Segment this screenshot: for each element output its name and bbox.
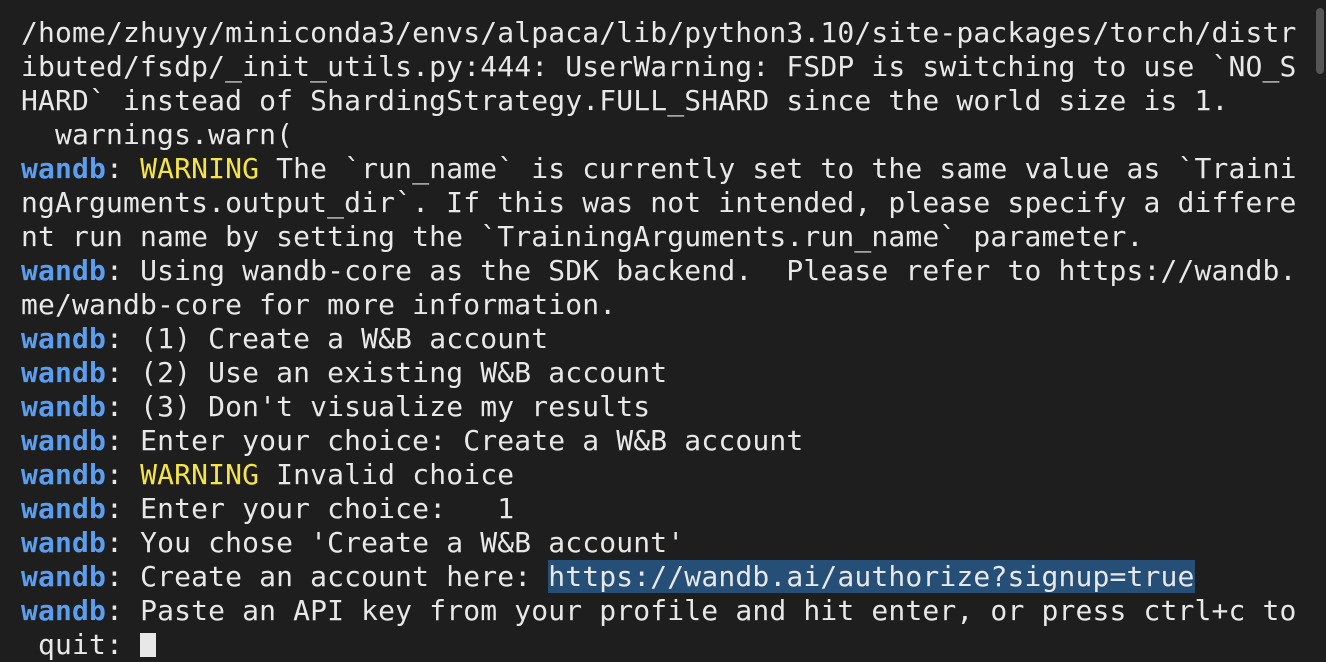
wandb-prefix: wandb	[21, 594, 107, 627]
wandb-prefix: wandb	[21, 356, 107, 389]
terminal-line: wandb: Create an account here: https://w…	[21, 560, 1195, 594]
line-text: me/wandb-core for more information.	[21, 288, 617, 321]
line-text: (2) Use an existing W&B account	[140, 356, 668, 389]
line-text: Paste an API key from your profile and h…	[140, 594, 1297, 627]
line-text: Create an account here:	[140, 560, 549, 593]
warning-tag: WARNING	[140, 152, 260, 185]
terminal-line: wandb: WARNING Invalid choice	[21, 458, 514, 492]
terminal-line: ngArguments.output_dir`. If this was not…	[21, 186, 1297, 220]
prefix-separator: :	[106, 254, 141, 287]
prefix-separator: :	[106, 152, 141, 185]
line-text: ibuted/fsdp/_init_utils.py:444: UserWarn…	[21, 50, 1297, 83]
terminal-output[interactable]: /home/zhuyy/miniconda3/envs/alpaca/lib/p…	[0, 0, 1326, 661]
warning-tag: WARNING	[140, 458, 260, 491]
wandb-prefix: wandb	[21, 458, 107, 491]
line-text: quit:	[21, 628, 141, 661]
line-text: The `run_name` is currently set to the s…	[259, 152, 1297, 185]
terminal-line: wandb: Paste an API key from your profil…	[21, 594, 1297, 628]
prefix-separator: :	[106, 560, 141, 593]
terminal-line: wandb: You chose 'Create a W&B account'	[21, 526, 684, 560]
wandb-prefix: wandb	[21, 526, 107, 559]
wandb-prefix: wandb	[21, 390, 107, 423]
terminal-line: wandb: Enter your choice: 1	[21, 492, 514, 526]
line-text: (1) Create a W&B account	[140, 322, 549, 355]
terminal-line: nt run name by setting the `TrainingArgu…	[21, 220, 1144, 254]
terminal-line: wandb: (2) Use an existing W&B account	[21, 356, 667, 390]
prefix-separator: :	[106, 390, 141, 423]
prefix-separator: :	[106, 594, 141, 627]
line-text: Invalid choice	[259, 458, 515, 491]
line-text: (3) Don't visualize my results	[140, 390, 651, 423]
prefix-separator: :	[106, 492, 141, 525]
terminal-line: quit:	[21, 628, 157, 662]
terminal-line: me/wandb-core for more information.	[21, 288, 616, 322]
scrollbar[interactable]	[1314, 0, 1326, 632]
prefix-separator: :	[106, 322, 141, 355]
line-text: HARD` instead of ShardingStrategy.FULL_S…	[21, 84, 1229, 117]
wandb-prefix: wandb	[21, 254, 107, 287]
wandb-prefix: wandb	[21, 424, 107, 457]
line-text: You chose 'Create a W&B account'	[140, 526, 685, 559]
terminal-line: wandb: (3) Don't visualize my results	[21, 390, 650, 424]
terminal-line: wandb: Using wandb-core as the SDK backe…	[21, 254, 1297, 288]
wandb-prefix: wandb	[21, 492, 107, 525]
terminal-line: wandb: (1) Create a W&B account	[21, 322, 548, 356]
wandb-prefix: wandb	[21, 560, 107, 593]
terminal-line: ibuted/fsdp/_init_utils.py:444: UserWarn…	[21, 50, 1297, 84]
prefix-separator: :	[106, 356, 141, 389]
terminal-line	[21, 0, 106, 16]
line-text: warnings.warn(	[21, 118, 294, 151]
line-text: Enter your choice: Create a W&B account	[140, 424, 804, 457]
text-cursor	[140, 633, 157, 657]
line-text: Enter your choice: 1	[140, 492, 515, 525]
prefix-separator: :	[106, 424, 141, 457]
line-text	[21, 0, 106, 15]
line-text: /home/zhuyy/miniconda3/envs/alpaca/lib/p…	[21, 16, 1297, 49]
terminal-line: warnings.warn(	[21, 118, 293, 152]
signup-link[interactable]: https://wandb.ai/authorize?signup=true	[548, 560, 1195, 593]
terminal-line: HARD` instead of ShardingStrategy.FULL_S…	[21, 84, 1229, 118]
line-text: Using wandb-core as the SDK backend. Ple…	[140, 254, 1297, 287]
wandb-prefix: wandb	[21, 322, 107, 355]
terminal-line: wandb: Enter your choice: Create a W&B a…	[21, 424, 803, 458]
prefix-separator: :	[106, 526, 141, 559]
scrollbar-thumb[interactable]	[1316, 8, 1324, 74]
line-text: nt run name by setting the `TrainingArgu…	[21, 220, 1144, 253]
prefix-separator: :	[106, 458, 141, 491]
wandb-prefix: wandb	[21, 152, 107, 185]
terminal-line: wandb: WARNING The `run_name` is current…	[21, 152, 1297, 186]
line-text: ngArguments.output_dir`. If this was not…	[21, 186, 1297, 219]
terminal-line: /home/zhuyy/miniconda3/envs/alpaca/lib/p…	[21, 16, 1297, 50]
